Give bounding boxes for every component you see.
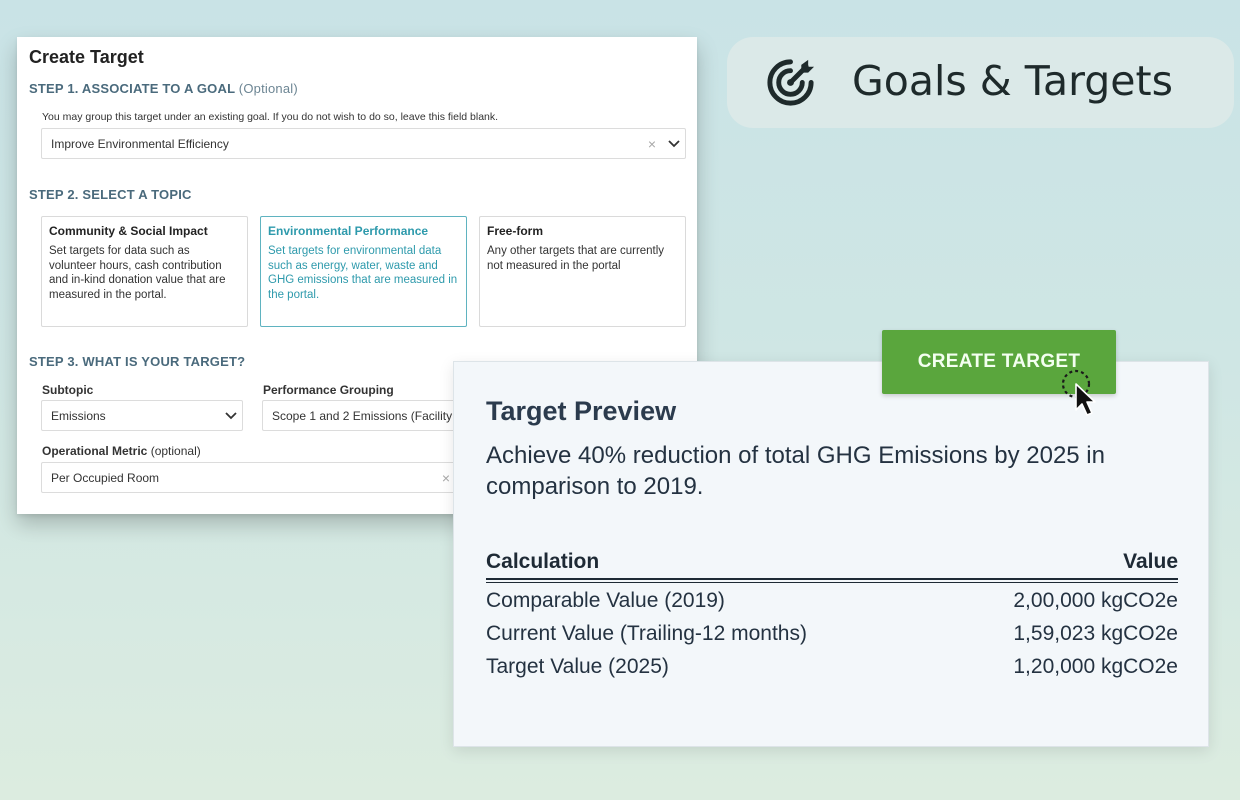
- row-label: Current Value (Trailing-12 months): [486, 622, 807, 645]
- preview-title: Target Preview: [486, 396, 677, 426]
- goal-select[interactable]: Improve Environmental Efficiency ×: [41, 128, 686, 159]
- goals-targets-badge: Goals & Targets: [727, 37, 1234, 128]
- metric-optional: (optional): [150, 444, 201, 458]
- metric-value: Per Occupied Room: [51, 470, 160, 485]
- calc-table-header: Calculation Value: [486, 550, 1178, 574]
- subtopic-select[interactable]: Emissions: [41, 400, 243, 431]
- target-preview-card: Target Preview Achieve 40% reduction of …: [453, 361, 1209, 747]
- step3-heading: STEP 3. WHAT IS YOUR TARGET?: [29, 354, 246, 369]
- step2-heading: STEP 2. SELECT A TOPIC: [29, 187, 192, 202]
- table-row: Target Value (2025) 1,20,000 kgCO2e: [486, 655, 1178, 679]
- calc-header: Calculation: [486, 550, 600, 573]
- topic-title: Free-form: [487, 224, 544, 238]
- preview-summary: Achieve 40% reduction of total GHG Emiss…: [486, 442, 1105, 500]
- mouse-pointer-icon: [1061, 369, 1096, 416]
- grouping-label: Performance Grouping: [263, 383, 394, 397]
- target-arrow-icon: [767, 59, 815, 106]
- topic-desc: Set targets for environmental data such …: [268, 245, 458, 301]
- row-label: Target Value (2025): [486, 655, 669, 678]
- row-label: Comparable Value (2019): [486, 589, 725, 612]
- chevron-down-icon[interactable]: [663, 139, 685, 148]
- row-value: 2,00,000 kgCO2e: [1013, 589, 1178, 612]
- table-row: Current Value (Trailing-12 months) 1,59,…: [486, 622, 1178, 646]
- clear-goal-icon[interactable]: ×: [641, 136, 663, 152]
- metric-label-text: Operational Metric: [42, 444, 148, 458]
- topic-desc: Any other targets that are currently not…: [487, 245, 665, 272]
- row-value: 1,59,023 kgCO2e: [1013, 622, 1178, 645]
- subtopic-value: Emissions: [51, 408, 106, 423]
- table-row: Comparable Value (2019) 2,00,000 kgCO2e: [486, 589, 1178, 613]
- step1-heading-text: STEP 1. ASSOCIATE TO A GOAL: [29, 81, 235, 96]
- topic-environmental-performance[interactable]: Environmental Performance Set targets fo…: [260, 216, 467, 327]
- metric-label: Operational Metric (optional): [42, 444, 201, 458]
- topic-title: Community & Social Impact: [49, 224, 208, 238]
- topic-desc: Set targets for data such as volunteer h…: [49, 245, 226, 301]
- step1-optional: (Optional): [238, 81, 298, 96]
- topic-free-form[interactable]: Free-form Any other targets that are cur…: [479, 216, 686, 327]
- goals-title: Goals & Targets: [852, 57, 1173, 105]
- topic-title: Environmental Performance: [268, 224, 429, 238]
- goal-select-value: Improve Environmental Efficiency: [51, 136, 229, 151]
- row-value: 1,20,000 kgCO2e: [1013, 655, 1178, 678]
- step1-hint: You may group this target under an exist…: [42, 111, 499, 123]
- topic-community-social-impact[interactable]: Community & Social Impact Set targets fo…: [41, 216, 248, 327]
- step1-heading: STEP 1. ASSOCIATE TO A GOAL (Optional): [29, 81, 298, 96]
- card-title: Create Target: [29, 47, 144, 67]
- subtopic-label: Subtopic: [42, 383, 94, 397]
- value-header: Value: [1123, 550, 1178, 573]
- chevron-down-icon[interactable]: [220, 411, 242, 420]
- calc-header-rule: [486, 578, 1178, 583]
